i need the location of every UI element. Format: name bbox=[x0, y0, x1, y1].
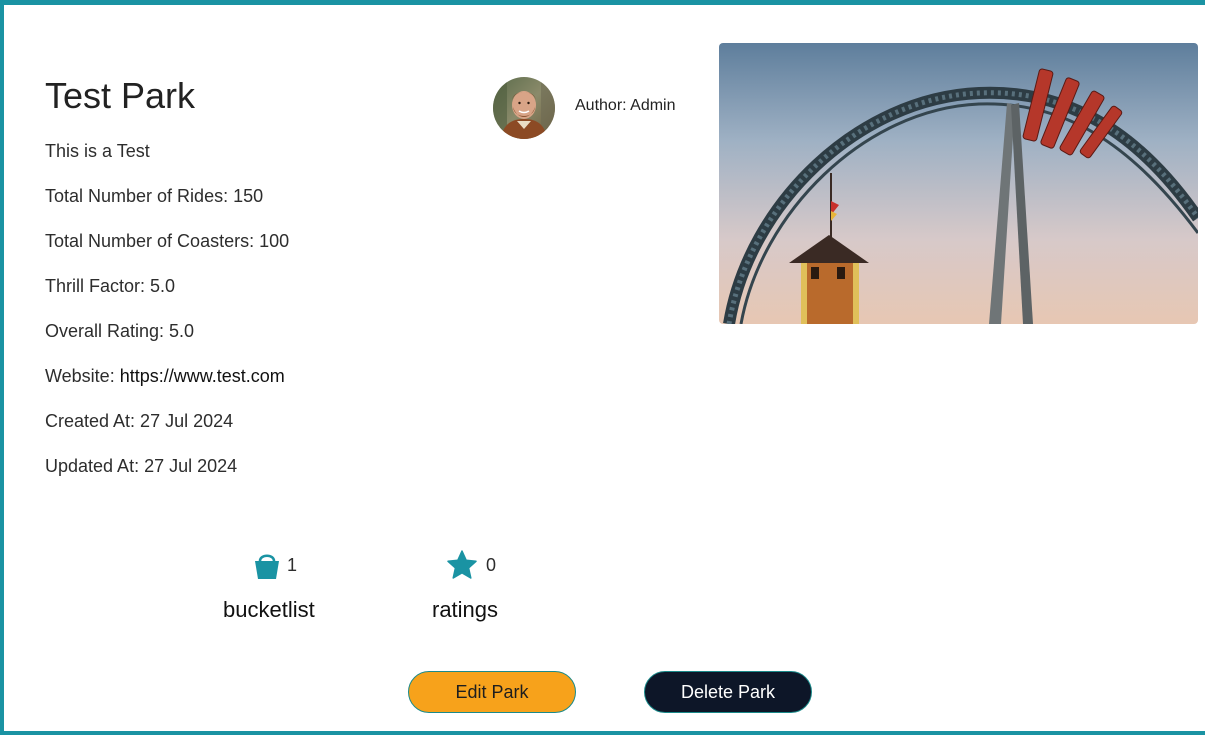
park-detail-card: Test Park This is a Test Total Number of… bbox=[0, 0, 1205, 735]
website-row: Website: https://www.test.com bbox=[45, 366, 285, 387]
thrill-factor: Thrill Factor: 5.0 bbox=[45, 276, 176, 296]
park-photo bbox=[719, 43, 1198, 324]
author-label: Author: Admin bbox=[575, 97, 676, 114]
total-coasters: Total Number of Coasters: 100 bbox=[45, 231, 290, 251]
created-at: Created At: 27 Jul 2024 bbox=[45, 411, 234, 431]
website-label: Website: bbox=[45, 366, 120, 386]
website-link[interactable]: https://www.test.com bbox=[120, 366, 285, 386]
author-avatar bbox=[493, 77, 555, 139]
overall-rating: Overall Rating: 5.0 bbox=[45, 321, 195, 341]
bucketlist-label: bucketlist bbox=[223, 597, 315, 622]
total-rides: Total Number of Rides: 150 bbox=[45, 186, 264, 206]
bucketlist-count: 1 bbox=[287, 555, 298, 575]
edit-park-button[interactable]: Edit Park bbox=[408, 671, 576, 713]
ratings-label: ratings bbox=[432, 597, 499, 622]
ratings-count: 0 bbox=[486, 555, 497, 575]
star-icon[interactable] bbox=[446, 549, 477, 579]
park-description: This is a Test bbox=[45, 141, 150, 161]
delete-park-button[interactable]: Delete Park bbox=[644, 671, 812, 713]
bucket-icon[interactable] bbox=[252, 550, 282, 580]
park-title: Test Park bbox=[45, 75, 196, 116]
updated-at: Updated At: 27 Jul 2024 bbox=[45, 456, 238, 476]
